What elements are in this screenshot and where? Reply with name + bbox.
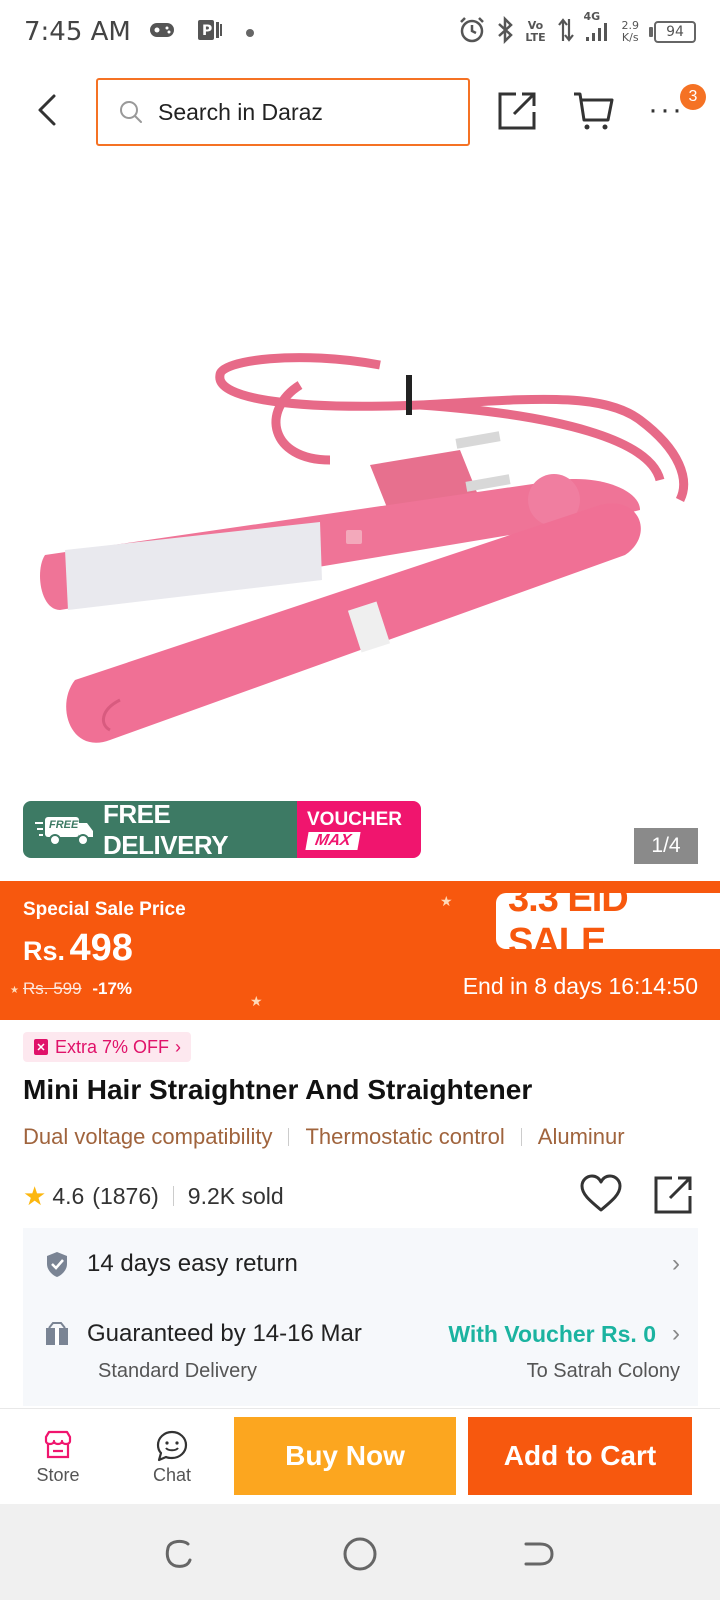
product-image-gallery[interactable] (0, 160, 720, 880)
sale-countdown: End in 8 days 16:14:50 (462, 973, 698, 999)
share-icon (498, 92, 536, 130)
status-left-icons: P (149, 18, 255, 46)
price-currency: Rs. (23, 936, 66, 966)
chevron-right-icon: › (672, 1250, 680, 1277)
free-delivery-section: FREE FREE DELIVERY (23, 801, 297, 858)
network-speed: 2.9 K/s (621, 19, 640, 44)
cart-button[interactable] (572, 88, 616, 132)
signal-icon: 4G (584, 11, 612, 47)
original-price-row: Rs. 599 -17% (23, 979, 132, 999)
notification-dot-icon (245, 23, 255, 42)
delivery-guarantee-text: Guaranteed by 14-16 Mar (87, 1320, 362, 1347)
delivery-row[interactable]: Guaranteed by 14-16 Mar With Voucher Rs.… (23, 1320, 698, 1348)
service-info-card: 14 days easy return › Guaranteed by 14-1… (23, 1228, 698, 1406)
delivery-location: To Satrah Colony (526, 1360, 680, 1382)
campaign-tag[interactable]: 3.3 EID SALE (496, 878, 720, 963)
more-icon: ··· (648, 93, 684, 126)
feature-tags: Dual voltage compatibility Thermostatic … (23, 1124, 703, 1150)
voucher-max-section: VOUCHER MAX (297, 801, 421, 858)
rating-value: 4.6 (52, 1182, 85, 1209)
wishlist-button[interactable] (579, 1172, 623, 1216)
share-icon (654, 1176, 692, 1214)
return-policy-text: 14 days easy return (87, 1250, 298, 1277)
extra-off-voucher-chip[interactable]: Extra 7% OFF › (23, 1032, 192, 1062)
back-button[interactable] (28, 90, 68, 130)
chat-icon (156, 1430, 188, 1461)
original-price: Rs. 599 (23, 979, 82, 998)
delivery-voucher-text: With Voucher Rs. 0 (448, 1320, 656, 1347)
search-icon (120, 101, 142, 123)
feature-tag: Thermostatic control (305, 1124, 505, 1149)
chat-button[interactable]: Chat (136, 1409, 208, 1505)
free-tag: FREE (49, 818, 79, 831)
recents-button[interactable] (160, 1534, 200, 1574)
delivery-type: Standard Delivery (98, 1360, 257, 1382)
more-button[interactable]: ··· 3 (648, 84, 706, 132)
home-circle-icon (343, 1537, 377, 1571)
feature-tag: Aluminur (537, 1124, 625, 1149)
sparkle-icon: ★ (250, 993, 263, 1009)
feature-tag: Dual voltage compatibility (23, 1124, 273, 1149)
status-bar: 7:45 AM P Vo LTE 4G 2.9 K/s 94 (0, 0, 720, 64)
notification-badge: 3 (680, 84, 706, 110)
sale-price-bar: ★ ★ ★ Special Sale Price Rs. 498 Rs. 599… (0, 878, 720, 1020)
search-placeholder: Search in Daraz (158, 98, 323, 125)
status-time: 7:45 AM (24, 17, 131, 47)
max-text: MAX (305, 831, 361, 850)
home-button[interactable] (340, 1534, 380, 1574)
store-label: Store (36, 1464, 80, 1485)
extra-off-text: Extra 7% OFF (55, 1036, 170, 1057)
sparkle-icon: ★ (440, 893, 453, 909)
store-button[interactable]: Store (22, 1409, 94, 1505)
discount-percent: -17% (92, 979, 133, 998)
bottom-action-bar: Store Chat Buy Now Add to Cart (0, 1408, 720, 1504)
shield-check-icon (47, 1252, 67, 1277)
package-icon (46, 1322, 68, 1345)
status-right-icons: Vo LTE 4G 2.9 K/s 94 (458, 11, 696, 48)
volte-indicator: Vo LTE (525, 19, 546, 44)
voucher-icon (34, 1039, 48, 1055)
sparkle-icon: ★ (10, 985, 19, 996)
sold-count: 9.2K sold (187, 1182, 284, 1209)
chevron-right-icon: › (175, 1036, 182, 1057)
voucher-text: VOUCHER (307, 808, 403, 830)
free-delivery-text: FREE DELIVERY (103, 801, 229, 858)
share-button[interactable] (496, 88, 540, 132)
back-nav-button[interactable] (518, 1534, 558, 1574)
free-delivery-voucher-banner[interactable]: FREE FREE DELIVERY VOUCHER MAX (23, 801, 421, 858)
gamepad-icon (149, 20, 175, 44)
battery-icon: 94 (649, 21, 696, 43)
special-sale-label: Special Sale Price (23, 899, 186, 920)
alarm-icon (458, 16, 486, 48)
buy-now-button[interactable]: Buy Now (234, 1417, 456, 1495)
product-photo (40, 353, 689, 743)
system-navigation-bar (0, 1504, 720, 1600)
sale-price: Rs. 498 (23, 927, 133, 970)
chevron-right-icon: › (672, 1320, 680, 1347)
data-arrows-icon (557, 17, 574, 47)
store-icon (44, 1430, 72, 1458)
product-share-button[interactable] (652, 1172, 696, 1216)
price-amount: 498 (69, 927, 133, 969)
delivery-truck-icon: FREE (35, 813, 95, 847)
chat-label: Chat (152, 1464, 192, 1485)
parking-icon: P (197, 18, 223, 46)
review-count: (1876) (92, 1182, 159, 1209)
recents-icon (165, 1539, 192, 1568)
battery-level: 94 (654, 21, 696, 43)
star-icon: ★ (23, 1180, 47, 1211)
back-nav-icon (524, 1542, 554, 1566)
return-policy-row[interactable]: 14 days easy return › (23, 1250, 698, 1278)
svg-text:P: P (202, 23, 212, 39)
bluetooth-icon (496, 15, 514, 48)
back-arrow-icon (38, 94, 56, 126)
product-title: Mini Hair Straightner And Straightener (23, 1074, 533, 1105)
image-page-indicator: 1/4 (634, 828, 698, 864)
top-header: Search in Daraz ··· 3 (0, 72, 720, 152)
add-to-cart-button[interactable]: Add to Cart (468, 1417, 692, 1495)
search-input[interactable]: Search in Daraz (96, 78, 470, 146)
heart-icon (580, 1174, 622, 1212)
cart-icon (574, 92, 614, 130)
